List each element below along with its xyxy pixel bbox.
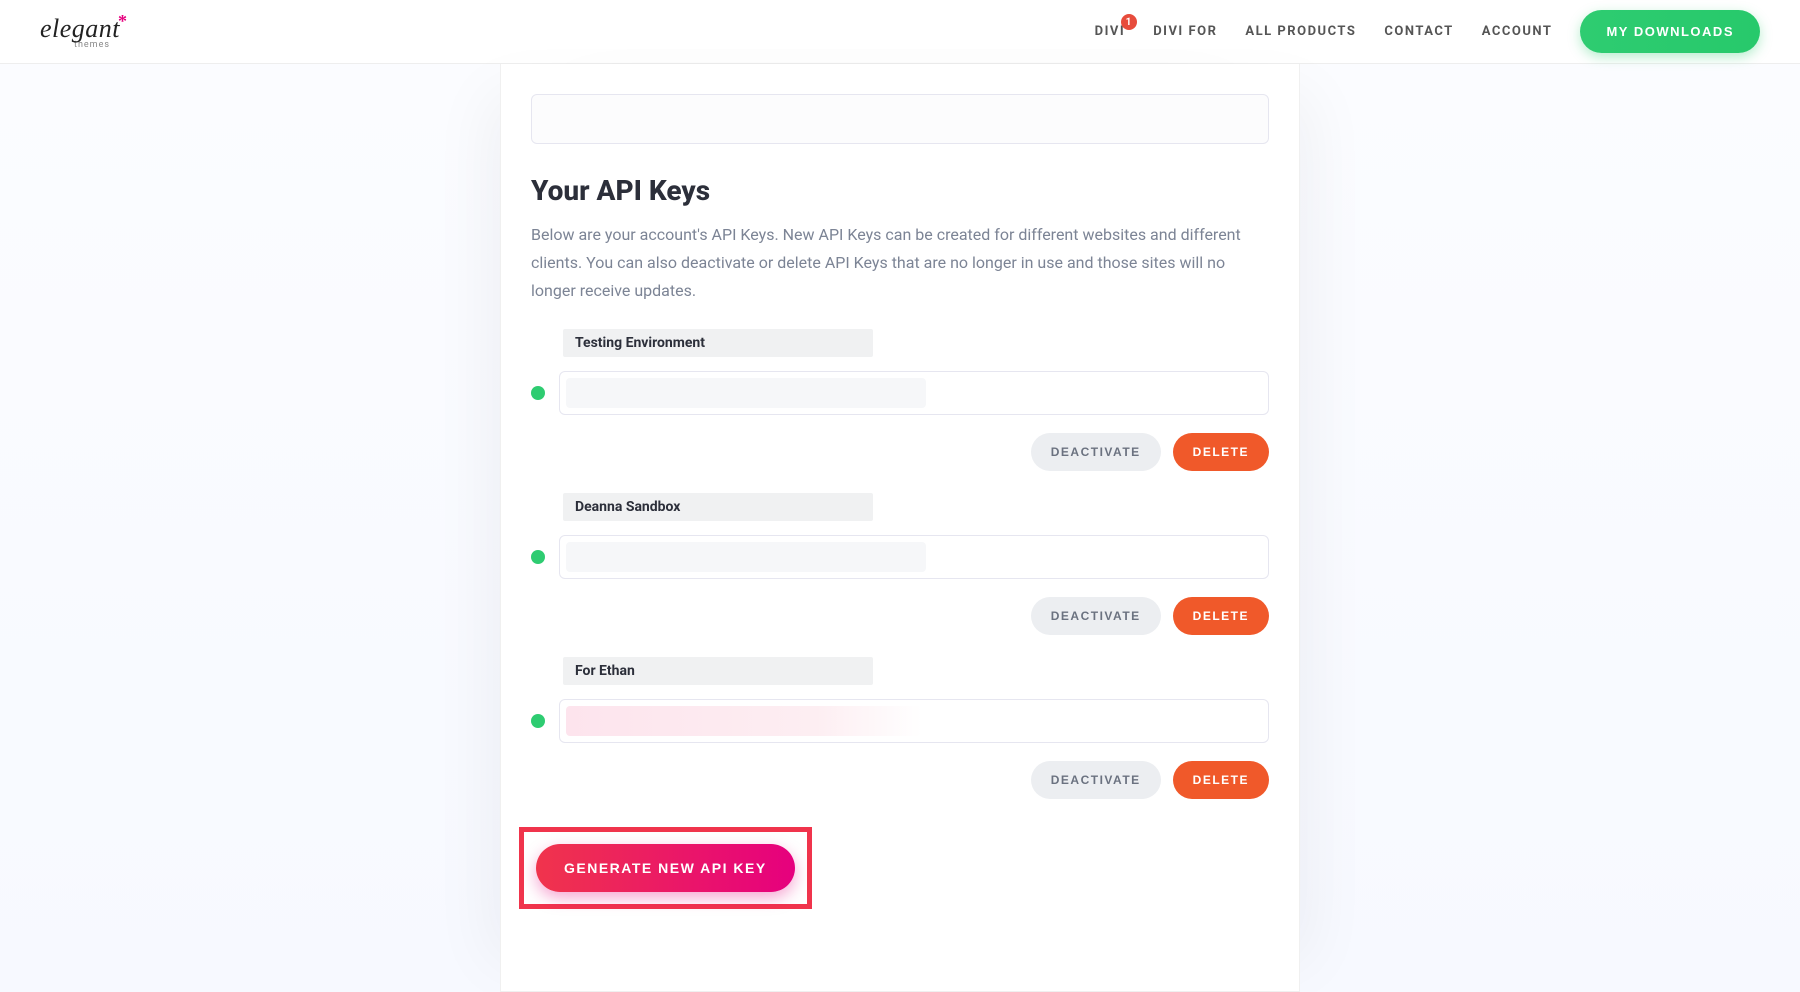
site-header: elegant* themes DIVI 1 DIVI FOR ALL PROD…	[0, 0, 1800, 64]
status-active-icon	[531, 714, 545, 728]
generate-new-api-key-button[interactable]: GENERATE NEW API KEY	[536, 844, 795, 892]
annotation-highlight: GENERATE NEW API KEY	[519, 827, 812, 909]
section-description: Below are your account's API Keys. New A…	[501, 221, 1299, 329]
nav-account[interactable]: ACCOUNT	[1482, 24, 1553, 39]
api-key-actions: DEACTIVATE DELETE	[531, 597, 1269, 635]
nav-contact[interactable]: CONTACT	[1384, 24, 1453, 39]
logo[interactable]: elegant* themes	[40, 14, 130, 50]
account-card: Your API Keys Below are your account's A…	[500, 64, 1300, 992]
api-key-label[interactable]: For Ethan	[563, 657, 873, 685]
api-key-label[interactable]: Testing Environment	[563, 329, 873, 357]
deactivate-button[interactable]: DEACTIVATE	[1031, 597, 1161, 635]
previous-field-placeholder	[531, 94, 1269, 144]
delete-button[interactable]: DELETE	[1173, 761, 1269, 799]
delete-button[interactable]: DELETE	[1173, 433, 1269, 471]
deactivate-button[interactable]: DEACTIVATE	[1031, 433, 1161, 471]
api-key-actions: DEACTIVATE DELETE	[531, 433, 1269, 471]
nav-divi[interactable]: DIVI 1	[1095, 24, 1126, 39]
main-nav: DIVI 1 DIVI FOR ALL PRODUCTS CONTACT ACC…	[1095, 10, 1760, 53]
status-active-icon	[531, 550, 545, 564]
api-key-label[interactable]: Deanna Sandbox	[563, 493, 873, 521]
nav-all-products[interactable]: ALL PRODUCTS	[1245, 24, 1356, 39]
api-key-block: For Ethan DEACTIVATE DELETE	[501, 657, 1299, 799]
api-key-field[interactable]	[559, 699, 1269, 743]
api-key-block: Testing Environment DEACTIVATE DELETE	[501, 329, 1299, 471]
deactivate-button[interactable]: DEACTIVATE	[1031, 761, 1161, 799]
logo-asterisk-icon: *	[118, 11, 128, 31]
api-key-field[interactable]	[559, 535, 1269, 579]
api-key-field[interactable]	[559, 371, 1269, 415]
api-key-actions: DEACTIVATE DELETE	[531, 761, 1269, 799]
delete-button[interactable]: DELETE	[1173, 597, 1269, 635]
api-key-row	[531, 371, 1269, 415]
nav-divi-label: DIVI	[1095, 24, 1126, 39]
nav-divi-for[interactable]: DIVI FOR	[1153, 24, 1217, 39]
logo-text: elegant*	[40, 14, 130, 44]
api-key-masked	[566, 542, 926, 572]
section-title: Your API Keys	[501, 164, 1299, 221]
api-key-row	[531, 699, 1269, 743]
api-key-masked	[566, 378, 926, 408]
my-downloads-button[interactable]: MY DOWNLOADS	[1580, 10, 1760, 53]
page-wrap: Your API Keys Below are your account's A…	[0, 64, 1800, 992]
api-key-row	[531, 535, 1269, 579]
api-key-masked	[566, 706, 922, 736]
status-active-icon	[531, 386, 545, 400]
api-key-block: Deanna Sandbox DEACTIVATE DELETE	[501, 493, 1299, 635]
nav-divi-badge: 1	[1121, 14, 1137, 30]
